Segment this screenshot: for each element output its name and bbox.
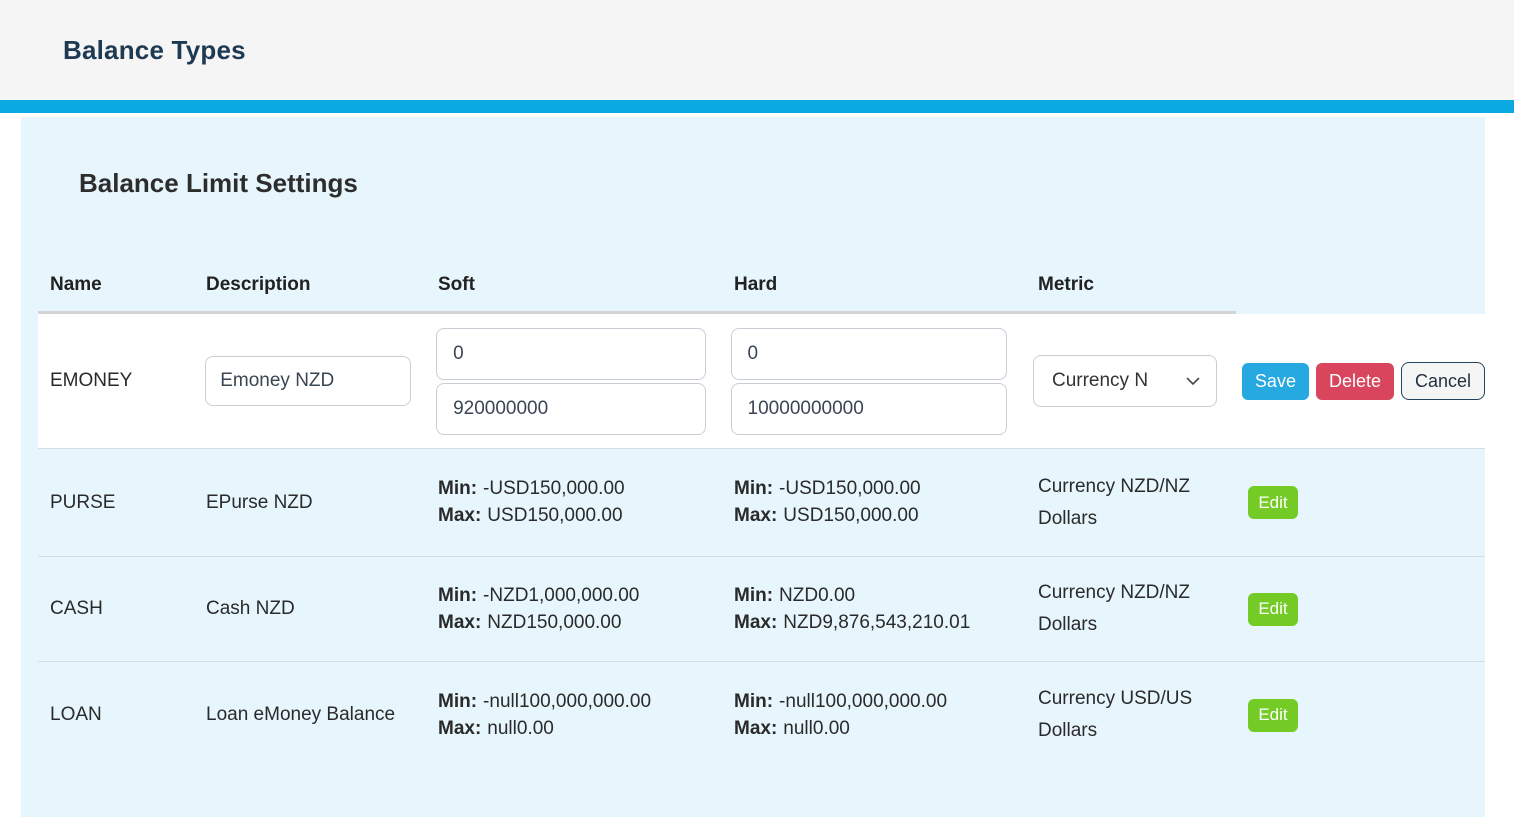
chevron-down-icon	[1184, 372, 1202, 390]
description-input[interactable]	[205, 356, 411, 406]
page-title: Balance Types	[63, 35, 246, 66]
soft-min-input[interactable]	[436, 328, 706, 380]
soft-max-value: NZD150,000.00	[487, 612, 621, 634]
hard-max-value: null0.00	[783, 718, 850, 740]
row-metric: Currency NZD/NZ Dollars	[1038, 577, 1216, 641]
row-description: Loan eMoney Balance	[206, 699, 396, 731]
edit-button[interactable]: Edit	[1248, 593, 1298, 626]
save-button[interactable]: Save	[1242, 363, 1309, 400]
row-metric: Currency USD/US Dollars	[1038, 683, 1216, 747]
hard-min-value: -USD150,000.00	[779, 478, 921, 500]
delete-button[interactable]: Delete	[1316, 363, 1394, 400]
accent-bar	[0, 100, 1514, 113]
row-metric: Currency NZD/NZ Dollars	[1038, 471, 1216, 535]
cancel-button[interactable]: Cancel	[1401, 362, 1485, 400]
max-label: Max:	[734, 718, 777, 740]
hard-min-value: NZD0.00	[779, 585, 855, 607]
column-header-soft: Soft	[426, 259, 722, 314]
column-header-name: Name	[38, 259, 194, 314]
column-header-metric: Metric	[1026, 259, 1236, 314]
table-row-emoney-editing: EMONEY Currency N	[38, 314, 1485, 448]
soft-min-value: -USD150,000.00	[483, 478, 625, 500]
table-row-loan: LOAN Loan eMoney Balance Min: -null100,00…	[38, 661, 1485, 768]
max-label: Max:	[438, 505, 481, 527]
hard-min-value: -null100,000,000.00	[779, 691, 947, 713]
soft-max-value: USD150,000.00	[487, 505, 622, 527]
section-heading: Balance Limit Settings	[79, 167, 1485, 199]
row-description: EPurse NZD	[206, 487, 396, 519]
table-header-row: Name Description Soft Hard Metric	[38, 259, 1485, 314]
soft-max-input[interactable]	[436, 383, 706, 435]
metric-select[interactable]: Currency N	[1033, 355, 1217, 407]
hard-max-value: NZD9,876,543,210.01	[783, 612, 970, 634]
edit-button[interactable]: Edit	[1248, 486, 1298, 519]
min-label: Min:	[438, 585, 477, 607]
column-header-description: Description	[194, 259, 426, 314]
edit-button[interactable]: Edit	[1248, 699, 1298, 732]
soft-min-value: -NZD1,000,000.00	[483, 585, 639, 607]
min-label: Min:	[734, 478, 773, 500]
row-name: LOAN	[38, 704, 194, 726]
max-label: Max:	[734, 505, 777, 527]
soft-max-value: null0.00	[487, 718, 554, 740]
max-label: Max:	[734, 612, 777, 634]
row-name: EMONEY	[38, 370, 193, 392]
column-header-actions	[1236, 259, 1485, 314]
min-label: Min:	[734, 691, 773, 713]
min-label: Min:	[438, 478, 477, 500]
row-name: CASH	[38, 598, 194, 620]
max-label: Max:	[438, 612, 481, 634]
max-label: Max:	[438, 718, 481, 740]
app-header: Balance Types	[0, 0, 1514, 100]
column-header-hard: Hard	[722, 259, 1026, 314]
hard-max-input[interactable]	[731, 383, 1007, 435]
soft-min-value: -null100,000,000.00	[483, 691, 651, 713]
hard-max-value: USD150,000.00	[783, 505, 918, 527]
row-description: Cash NZD	[206, 593, 396, 625]
min-label: Min:	[734, 585, 773, 607]
metric-selected-value: Currency N	[1052, 370, 1148, 392]
hard-min-input[interactable]	[731, 328, 1007, 380]
row-name: PURSE	[38, 492, 194, 514]
table-row-cash: CASH Cash NZD Min:-NZD1,000,000.00 Max:N…	[38, 556, 1485, 661]
balance-limit-card: Balance Limit Settings Name Description …	[21, 117, 1485, 817]
min-label: Min:	[438, 691, 477, 713]
balance-limits-table: Name Description Soft Hard Metric EMONEY	[38, 259, 1485, 768]
table-row-purse: PURSE EPurse NZD Min: -USD150,000.00 Max:…	[38, 448, 1485, 556]
